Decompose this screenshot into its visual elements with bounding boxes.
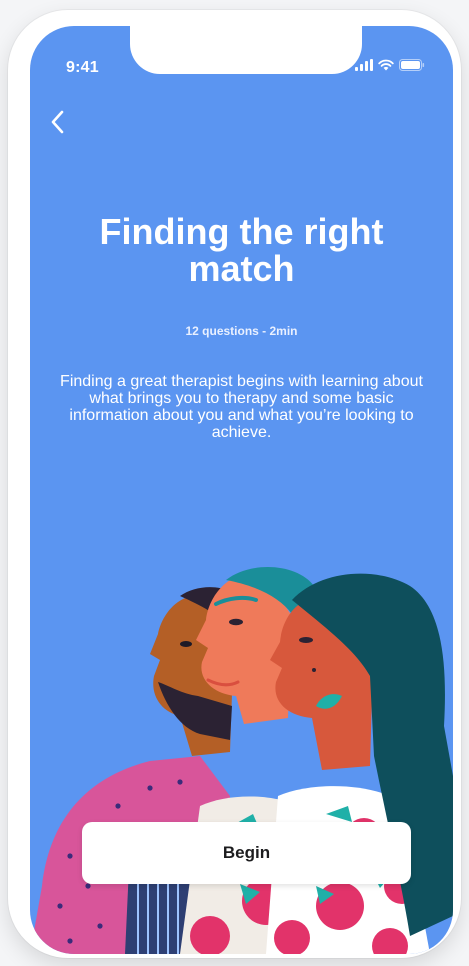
intro-description: Finding a great therapist begins with le… [60, 373, 423, 441]
device-notch [130, 26, 362, 74]
page-title: Finding the right match [99, 211, 384, 289]
chevron-left-icon [51, 110, 64, 134]
status-icons [355, 59, 425, 71]
questionnaire-meta: 12 questions - 2min [185, 324, 298, 338]
phone-frame: 9:41 Finding the right match 12 question… [8, 10, 461, 958]
back-button[interactable] [47, 108, 69, 136]
app-screen: 9:41 Finding the right match 12 question… [30, 26, 453, 954]
signal-icon [355, 59, 373, 71]
people-illustration [30, 567, 453, 954]
wifi-icon [378, 59, 394, 71]
status-time: 9:41 [66, 59, 99, 76]
begin-button[interactable]: Begin [82, 822, 411, 884]
battery-icon [399, 59, 425, 71]
